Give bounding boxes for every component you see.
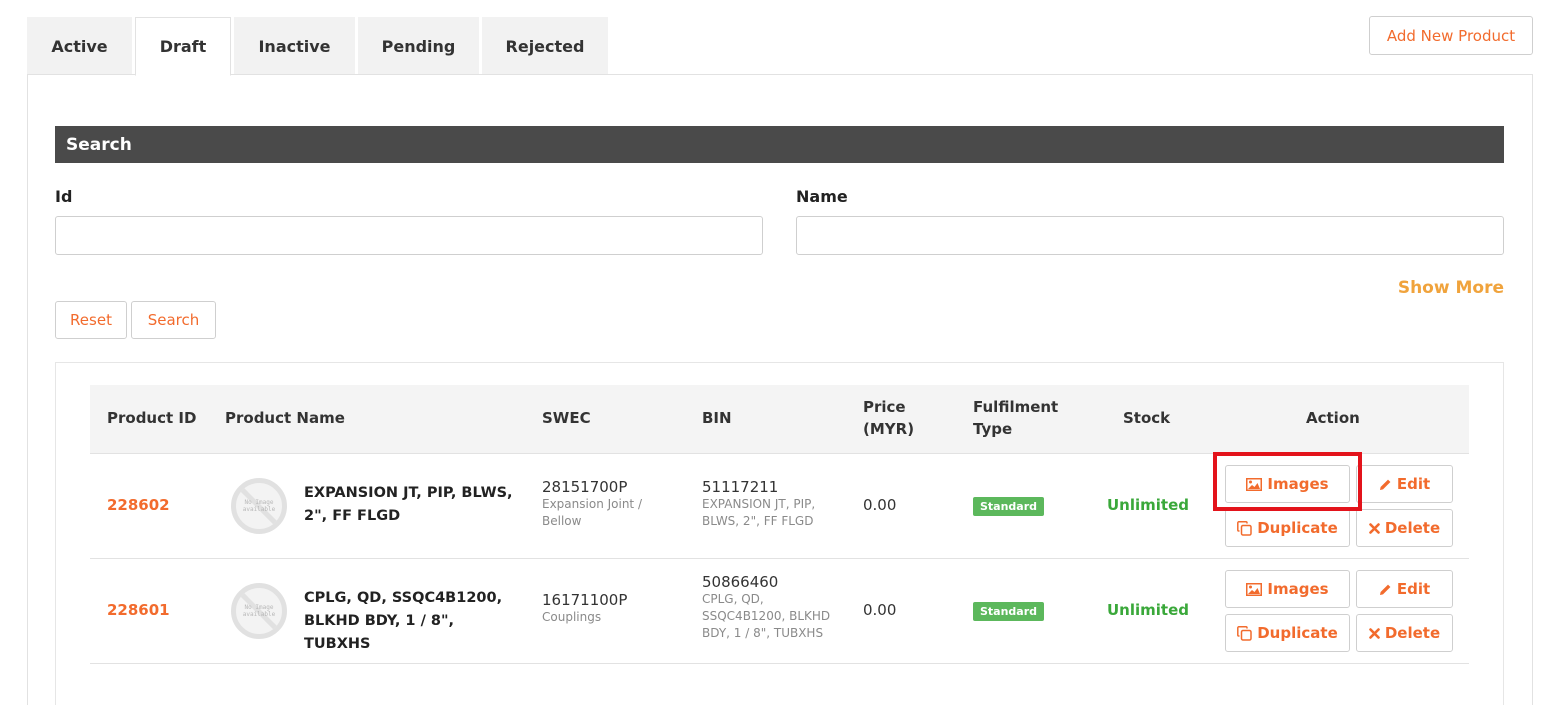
bin-cell: 50866460 CPLG, QD, SSQC4B1200, BLKHD BDY… — [702, 573, 832, 642]
pencil-icon — [1379, 478, 1392, 491]
header-product-name: Product Name — [225, 409, 345, 427]
tab-draft[interactable]: Draft — [135, 17, 231, 76]
no-image-placeholder: No Image available — [231, 478, 287, 534]
swec-cell: 16171100P Couplings — [542, 591, 672, 626]
reset-button[interactable]: Reset — [55, 301, 127, 339]
no-image-text: No Image available — [242, 499, 276, 513]
header-price-line1: Price — [863, 398, 906, 416]
search-header: Search — [55, 126, 1504, 163]
tab-rejected[interactable]: Rejected — [482, 17, 608, 75]
search-button[interactable]: Search — [131, 301, 216, 339]
bin-description: EXPANSION JT, PIP, BLWS, 2", FF FLGD — [702, 497, 816, 528]
name-label: Name — [796, 187, 848, 206]
images-button[interactable]: Images — [1225, 570, 1350, 608]
stock-status: Unlimited — [1107, 496, 1189, 514]
fulfilment-badge: Standard — [973, 497, 1045, 516]
header-price: Price (MYR) — [863, 396, 914, 440]
edit-button[interactable]: Edit — [1356, 465, 1453, 503]
duplicate-button-label: Duplicate — [1257, 624, 1338, 642]
bin-code: 51117211 — [702, 478, 779, 496]
fulfilment-cell: Standard — [973, 495, 1045, 516]
duplicate-button[interactable]: Duplicate — [1225, 614, 1350, 652]
tab-inactive[interactable]: Inactive — [234, 17, 355, 75]
header-bin: BIN — [702, 409, 732, 427]
duplicate-button[interactable]: Duplicate — [1225, 509, 1350, 547]
add-new-product-button[interactable]: Add New Product — [1369, 16, 1533, 55]
image-icon — [1246, 582, 1263, 596]
delete-button-label: Delete — [1384, 624, 1441, 642]
times-icon — [1369, 522, 1380, 534]
bin-code: 50866460 — [702, 573, 779, 591]
delete-button[interactable]: Delete — [1356, 509, 1453, 547]
delete-button-label: Delete — [1384, 519, 1441, 537]
swec-description: Expansion Joint / Bellow — [542, 497, 642, 528]
swec-description: Couplings — [542, 610, 602, 624]
bin-cell: 51117211 EXPANSION JT, PIP, BLWS, 2", FF… — [702, 478, 832, 530]
copy-icon — [1237, 625, 1252, 641]
header-product-id: Product ID — [107, 409, 197, 427]
price: 0.00 — [863, 496, 897, 514]
price: 0.00 — [863, 601, 897, 619]
swec-code: 28151700P — [542, 478, 628, 496]
highlight-box — [1213, 452, 1362, 511]
no-image-text: No Image available — [242, 604, 276, 618]
product-name: CPLG, QD, SSQC4B1200, BLKHD BDY, 1 / 8",… — [304, 590, 503, 652]
show-more-link[interactable]: Show More — [1380, 278, 1504, 298]
header-swec: SWEC — [542, 409, 591, 427]
header-action: Action — [1306, 409, 1360, 427]
swec-code: 16171100P — [542, 591, 628, 609]
bin-description: CPLG, QD, SSQC4B1200, BLKHD BDY, 1 / 8",… — [702, 592, 831, 640]
fulfilment-badge: Standard — [973, 602, 1045, 621]
header-price-line2: (MYR) — [863, 420, 915, 438]
product-id-link[interactable]: 228602 — [107, 496, 170, 514]
header-fulfilment: Fulfilment Type — [973, 396, 1058, 440]
swec-cell: 28151700P Expansion Joint / Bellow — [542, 478, 672, 530]
images-button-label: Images — [1267, 580, 1329, 598]
tab-active[interactable]: Active — [27, 17, 132, 75]
header-fulfilment-line1: Fulfilment — [973, 398, 1059, 416]
id-label: Id — [55, 187, 73, 206]
header-stock: Stock — [1123, 409, 1171, 427]
header-fulfilment-line2: Type — [973, 420, 1013, 438]
product-id-link[interactable]: 228601 — [107, 601, 170, 619]
table-header: Product ID Product Name SWEC BIN Price (… — [90, 385, 1469, 454]
edit-button-label: Edit — [1396, 580, 1431, 598]
status-tabs: Active Draft Inactive Pending Rejected — [27, 17, 611, 76]
name-input[interactable] — [796, 216, 1504, 255]
no-image-placeholder: No Image available — [231, 583, 287, 639]
tab-pending[interactable]: Pending — [358, 17, 479, 75]
stock-status: Unlimited — [1107, 601, 1189, 619]
product-name: EXPANSION JT, PIP, BLWS, 2", FF FLGD — [304, 485, 513, 524]
edit-button-label: Edit — [1396, 475, 1431, 493]
fulfilment-cell: Standard — [973, 600, 1045, 621]
delete-button[interactable]: Delete — [1356, 614, 1453, 652]
id-input[interactable] — [55, 216, 763, 255]
duplicate-button-label: Duplicate — [1257, 519, 1338, 537]
pencil-icon — [1379, 583, 1392, 596]
copy-icon — [1237, 520, 1252, 536]
edit-button[interactable]: Edit — [1356, 570, 1453, 608]
times-icon — [1369, 627, 1380, 639]
